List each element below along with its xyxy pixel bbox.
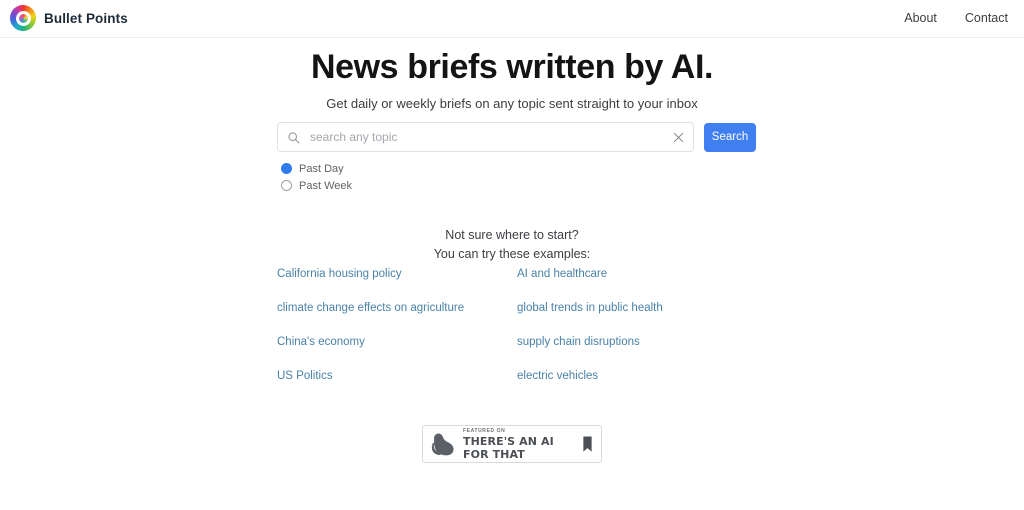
- nav-item-contact[interactable]: Contact: [965, 11, 1008, 25]
- badge-kicker: FEATURED ON: [463, 427, 506, 434]
- example-link[interactable]: supply chain disruptions: [517, 335, 757, 349]
- badge-title: THERE'S AN AI FOR THAT: [463, 434, 554, 461]
- search-box[interactable]: [277, 122, 694, 152]
- radio-label-past-week: Past Week: [299, 179, 352, 192]
- example-link[interactable]: climate change effects on agriculture: [277, 301, 517, 315]
- examples-grid: California housing policy AI and healthc…: [277, 267, 747, 383]
- example-link[interactable]: US Politics: [277, 369, 517, 383]
- brand-name: Bullet Points: [44, 10, 128, 26]
- example-link[interactable]: California housing policy: [277, 267, 517, 281]
- search-input[interactable]: [308, 129, 673, 145]
- rainbow-circle-logo-icon: [10, 5, 36, 31]
- main-nav: About Contact: [904, 11, 1008, 25]
- site-header: Bullet Points About Contact: [0, 0, 1024, 38]
- example-link[interactable]: electric vehicles: [517, 369, 757, 383]
- radio-past-day[interactable]: Past Day: [281, 161, 352, 176]
- radio-unselected-icon: [281, 180, 292, 191]
- search-icon: [287, 131, 300, 144]
- brand-logo-link[interactable]: Bullet Points: [10, 5, 128, 31]
- bookmark-icon: [582, 436, 593, 452]
- example-link[interactable]: AI and healthcare: [517, 267, 757, 281]
- radio-label-past-day: Past Day: [299, 162, 344, 175]
- example-link[interactable]: global trends in public health: [517, 301, 757, 315]
- page-subtitle: Get daily or weekly briefs on any topic …: [326, 96, 698, 111]
- example-link[interactable]: China's economy: [277, 335, 517, 349]
- badge-text: FEATURED ON THERE'S AN AI FOR THAT: [463, 428, 575, 461]
- featured-on-badge[interactable]: FEATURED ON THERE'S AN AI FOR THAT: [422, 425, 602, 463]
- examples-heading-line1: Not sure where to start?: [445, 228, 579, 242]
- page-title: News briefs written by AI.: [310, 48, 714, 86]
- radio-selected-icon: [281, 163, 292, 174]
- timeframe-radio-group: Past Day Past Week: [281, 161, 352, 195]
- close-icon[interactable]: [673, 132, 684, 143]
- examples-heading-line2: You can try these examples:: [433, 247, 591, 261]
- radio-past-week[interactable]: Past Week: [281, 178, 352, 193]
- flexed-bicep-icon: [430, 432, 456, 456]
- search-row: Search: [277, 122, 756, 152]
- examples-heading: Not sure where to start? You can try the…: [0, 226, 1024, 264]
- page-root: Bullet Points About Contact News briefs …: [0, 0, 1024, 510]
- nav-item-about[interactable]: About: [904, 11, 937, 25]
- search-button[interactable]: Search: [704, 122, 756, 152]
